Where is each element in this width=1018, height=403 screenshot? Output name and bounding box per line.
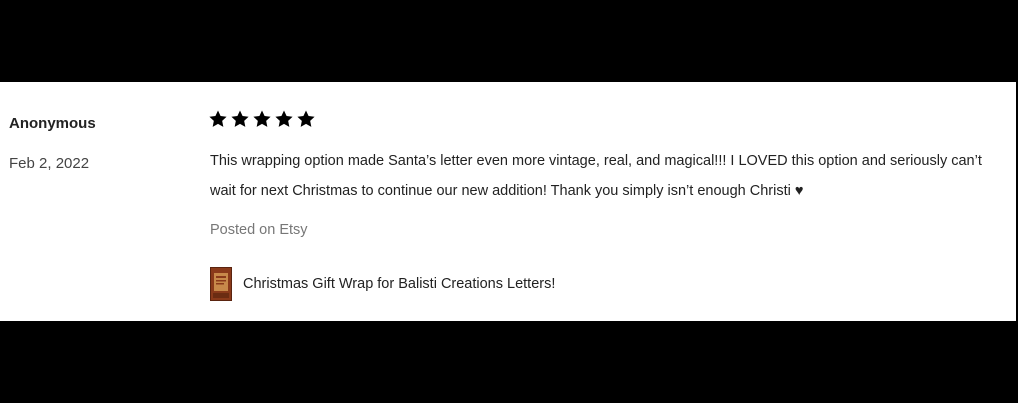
reviewed-item-link[interactable]: Christmas Gift Wrap for Balisti Creation… bbox=[210, 267, 555, 301]
reviewer-name: Anonymous bbox=[9, 115, 96, 132]
item-thumbnail-image[interactable] bbox=[210, 267, 232, 301]
star-rating bbox=[208, 107, 318, 131]
star-icon bbox=[208, 109, 228, 129]
star-icon bbox=[274, 109, 294, 129]
star-icon bbox=[230, 109, 250, 129]
star-icon bbox=[296, 109, 316, 129]
review-card: Anonymous Feb 2, 2022 This wrapping opti… bbox=[0, 82, 1016, 321]
review-text: This wrapping option made Santa’s letter… bbox=[210, 153, 982, 199]
item-title[interactable]: Christmas Gift Wrap for Balisti Creation… bbox=[243, 276, 555, 292]
review-source: Posted on Etsy bbox=[210, 222, 308, 238]
screenshot-frame: Anonymous Feb 2, 2022 This wrapping opti… bbox=[0, 0, 1018, 403]
star-icon bbox=[252, 109, 272, 129]
review-date: Feb 2, 2022 bbox=[9, 155, 90, 172]
